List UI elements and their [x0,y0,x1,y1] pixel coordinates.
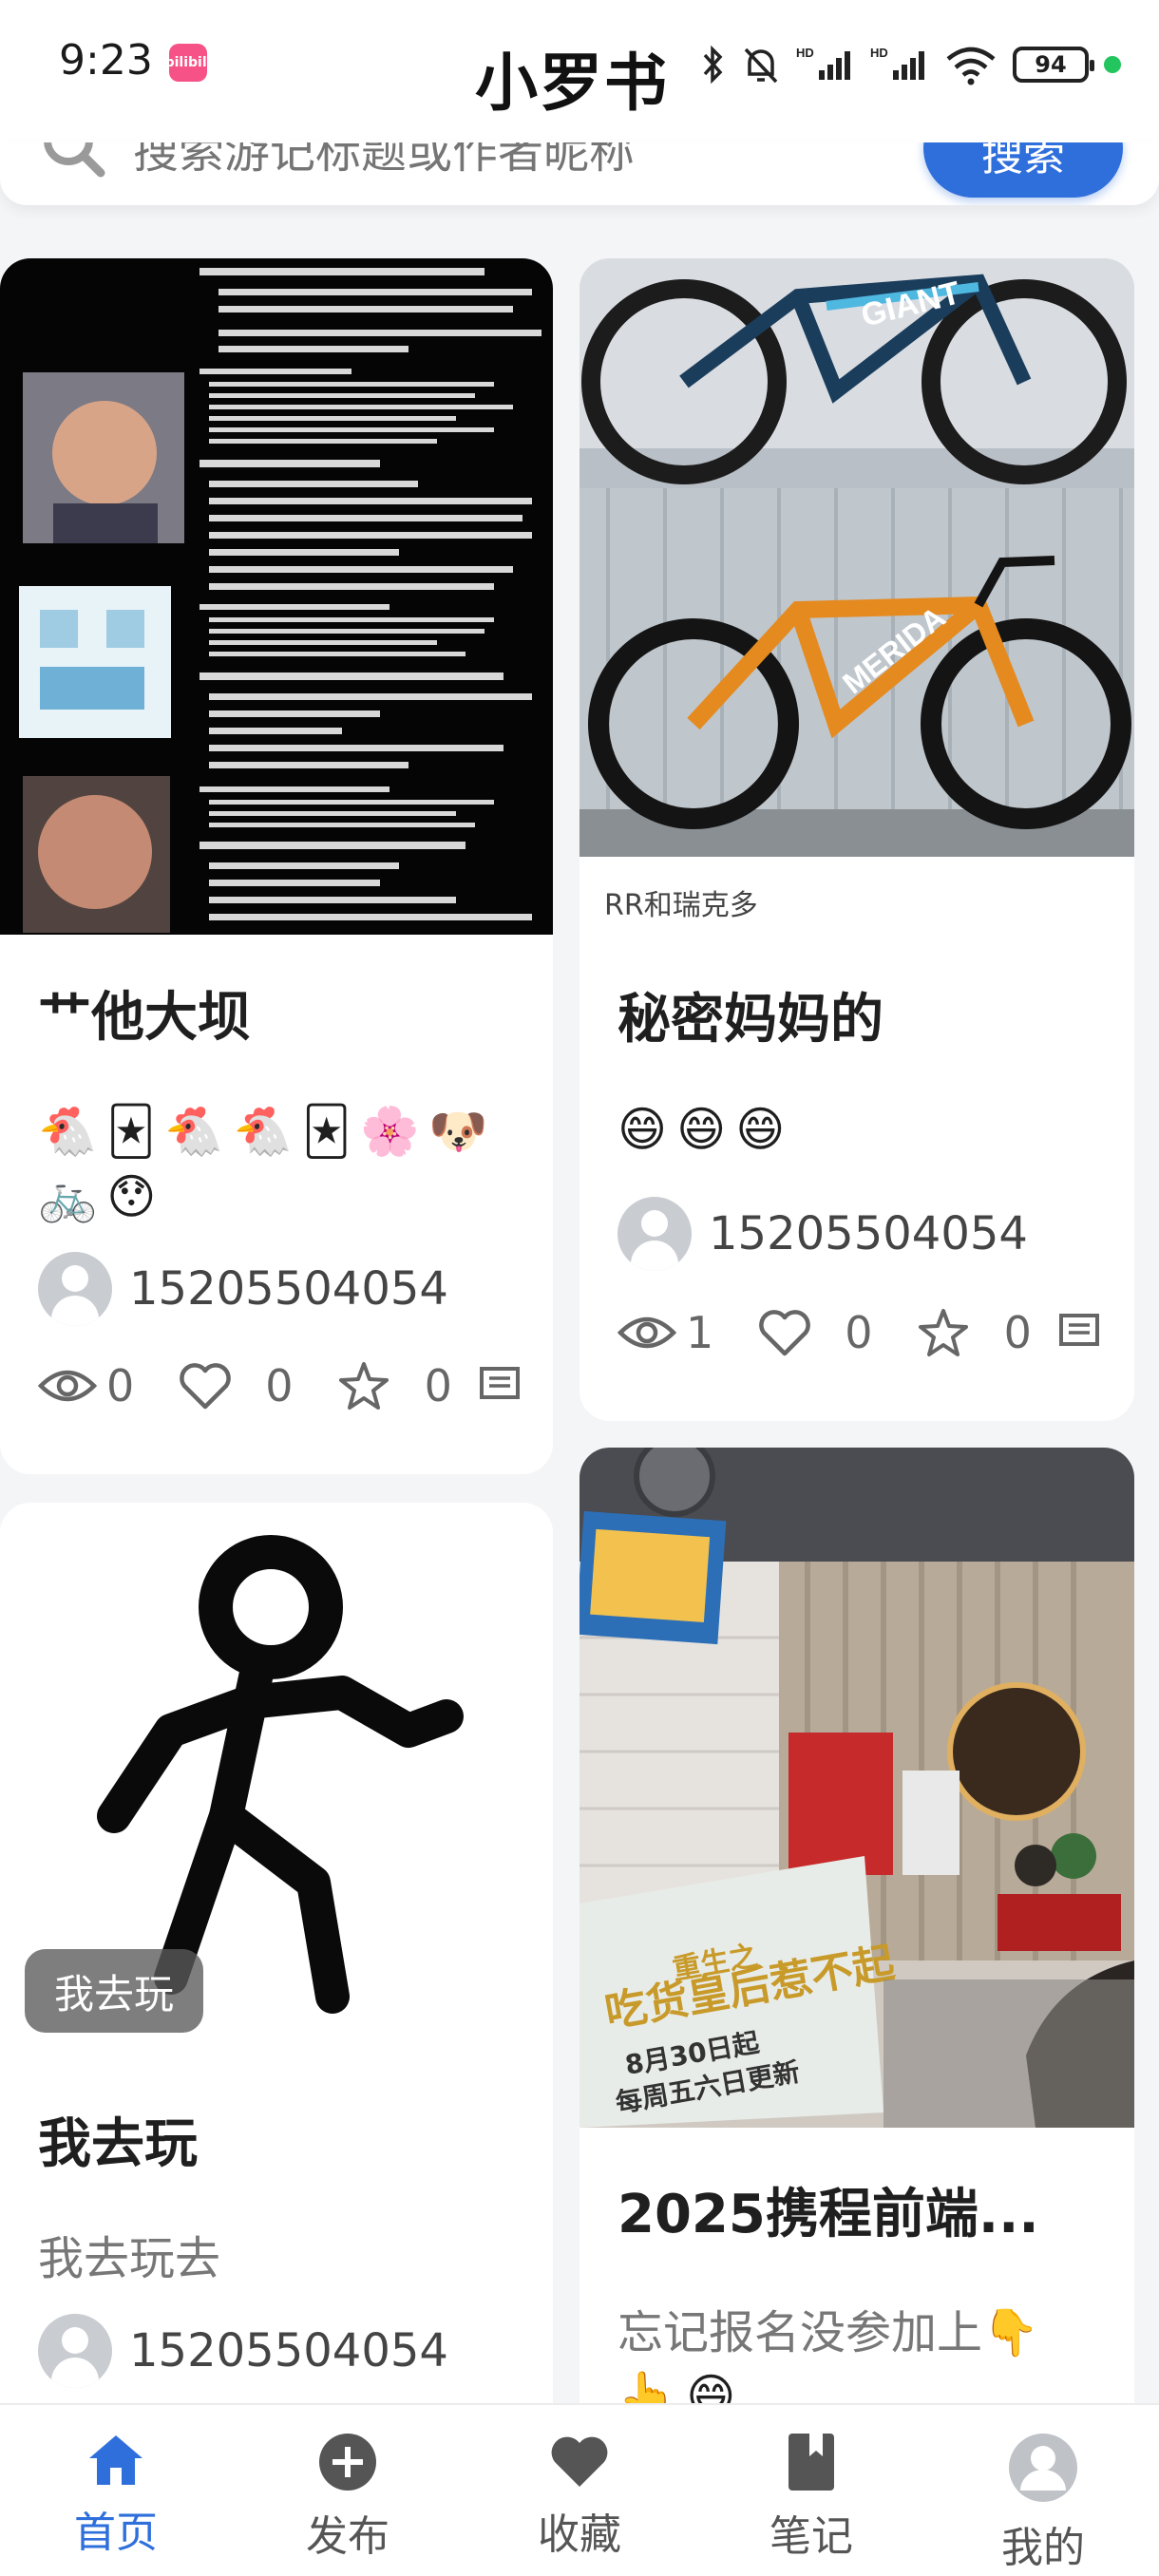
author-name: 15205504054 [129,2324,448,2377]
nav-item-publish[interactable]: 发布 [232,2405,464,2576]
svg-text:HD: HD [796,46,814,60]
author-name: 15205504054 [709,1207,1028,1260]
privacy-indicator-icon [1104,56,1121,73]
comment-icon[interactable] [479,1365,521,1407]
signal-hd-icon: HD [796,46,850,80]
note-description: 忘记报名没参加上👇 [618,2306,1039,2359]
search-icon[interactable] [40,142,106,190]
search-button[interactable]: 搜索 [923,142,1123,198]
emoji: 🚲 [38,1169,98,1224]
mute-bell-icon [744,47,778,84]
nav-item-profile[interactable]: 我的 [927,2405,1159,2576]
note-card[interactable]: 艹他大坝 🐔 🃏 🐔 🐔 🃏 🌸 🐶 🚲 😯 15205504054 0 0 0 [0,258,553,1474]
note-card[interactable]: 重生之 吃货皇后惹不起 8月30日起 每周五六日更新 2025携程前端... 忘… [580,1448,1134,2453]
heart-icon [551,2436,608,2487]
note-stats: 1 0 0 [618,1307,1100,1358]
emoji: 🌸 [360,1104,420,1159]
note-title: 2025携程前端... [618,2184,1039,2245]
emoji: 🃏 [301,1104,352,1159]
signal-hd-icon-2: HD [870,46,924,80]
nav-label: 收藏 [538,2510,621,2559]
nav-label: 发布 [306,2512,390,2561]
note-cover-image [0,258,553,935]
view-count: 0 [38,1360,134,1411]
note-stats: 0 0 0 [38,1360,521,1411]
wifi-icon [946,47,996,85]
like-count-value: 0 [265,1360,294,1411]
star-outline-icon[interactable] [337,1360,390,1411]
note-title: 艹他大坝 [38,987,251,1049]
status-bar: 9:23 bilibili 小罗书 HD HD 94 [0,0,1159,142]
heart-outline-icon[interactable] [178,1361,233,1411]
status-time: 9:23 [59,36,153,85]
user-icon [1009,2434,1077,2502]
star-count-value: 0 [1003,1307,1032,1358]
svg-text:HD: HD [870,46,888,60]
like-count[interactable]: 0 [757,1307,873,1358]
author-name: 15205504054 [129,1262,448,1316]
note-title: 我去玩 [38,2113,198,2175]
search-header: 搜索 [0,142,1159,205]
nav-label: 笔记 [770,2512,853,2561]
nav-item-home[interactable]: 首页 [0,2405,232,2576]
view-count-value: 0 [106,1360,135,1411]
star-count[interactable]: 0 [917,1307,1032,1358]
battery-icon: 94 [1013,47,1094,83]
bottom-nav: 首页 发布 收藏 笔记 我的 [0,2403,1159,2576]
bluetooth-icon [703,45,723,85]
emoji: 🐔 [164,1104,224,1159]
author-info[interactable]: 15205504054 [38,2314,448,2388]
eye-icon [618,1316,676,1349]
note-emoji-row: 😄 😄 😄 [618,1102,785,1157]
app-title: 小罗书 [475,47,669,120]
note-tag-badge: 我去玩 [25,1949,203,2033]
star-count-value: 0 [424,1360,452,1411]
nav-item-notes[interactable]: 笔记 [695,2405,927,2576]
status-icons: HD HD 94 [701,38,1121,91]
comment-icon[interactable] [1058,1312,1100,1354]
view-count: 1 [618,1307,713,1358]
author-info[interactable]: 15205504054 [38,1252,448,1326]
avatar[interactable] [38,1252,112,1326]
app-notification-icon: bilibili [165,44,211,82]
like-count[interactable]: 0 [178,1360,294,1411]
avatar[interactable] [618,1197,692,1271]
emoji: 😯 [106,1169,157,1224]
author-info[interactable]: 15205504054 [618,1197,1028,1271]
note-cover-image: 重生之 吃货皇后惹不起 8月30日起 每周五六日更新 [580,1448,1134,2128]
avatar[interactable] [38,2314,112,2388]
like-count-value: 0 [845,1307,873,1358]
emoji: 😄 [618,1102,668,1157]
note-cover-image: GIANT MERIDA [580,258,1134,857]
star-count[interactable]: 0 [337,1360,452,1411]
nav-item-favorites[interactable]: 收藏 [464,2405,695,2576]
note-emoji-row: 🐔 🃏 🐔 🐔 🃏 🌸 🐶 🚲 😯 [38,1104,513,1225]
star-outline-icon[interactable] [917,1307,970,1358]
note-title: 秘密妈妈的 [618,989,884,1051]
emoji: 🃏 [106,1104,156,1159]
emoji: 🐔 [233,1104,293,1159]
image-caption: RR和瑞克多 [604,889,758,922]
note-description: 我去玩去 [38,2232,221,2285]
nav-label: 首页 [74,2509,158,2557]
nav-label: 我的 [1001,2524,1085,2572]
view-count-value: 1 [686,1307,714,1358]
emoji: 🐶 [428,1104,488,1159]
emoji: 😄 [676,1102,727,1157]
emoji: 🐔 [38,1104,98,1159]
emoji: 😄 [735,1102,786,1157]
notebook-icon [788,2434,834,2491]
note-card[interactable]: GIANT MERIDA RR和瑞克多 秘密妈妈的 😄 😄 😄 15205504… [580,258,1134,1421]
eye-icon [38,1370,97,1402]
home-icon [89,2435,142,2485]
battery-level: 94 [1035,51,1067,78]
heart-outline-icon[interactable] [757,1308,812,1357]
plus-circle-icon [319,2434,376,2491]
search-input[interactable] [133,142,798,190]
